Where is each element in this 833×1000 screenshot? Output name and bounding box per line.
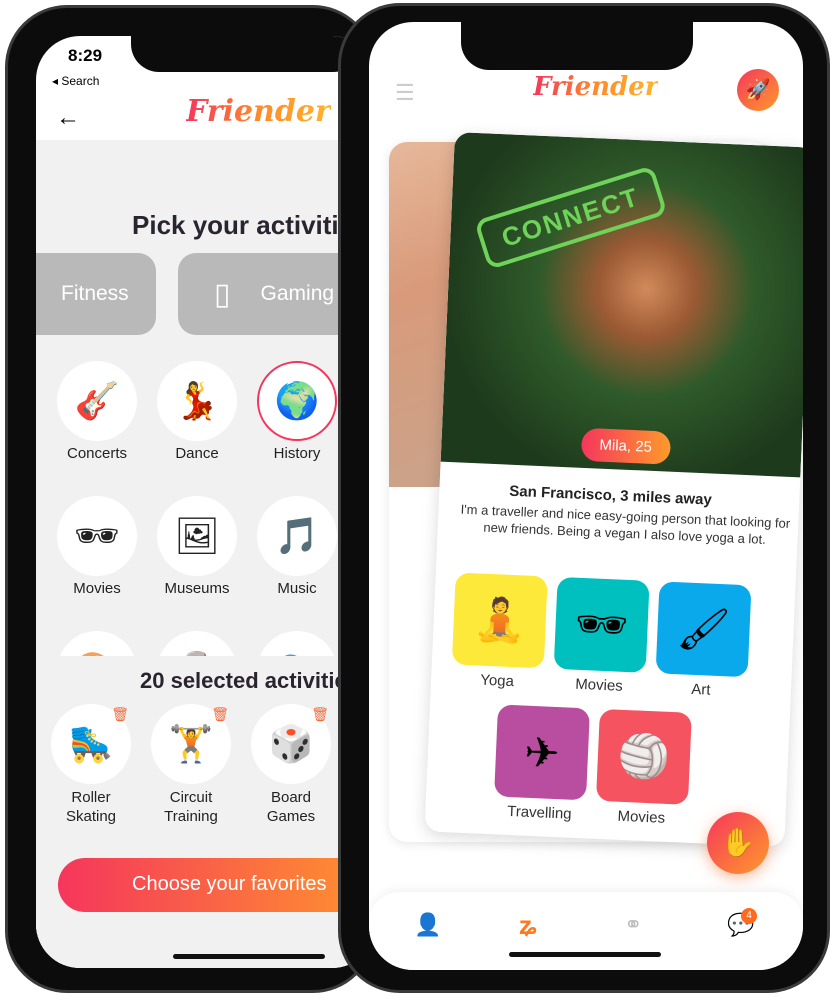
trash-icon[interactable]: 🗑 (311, 706, 329, 723)
status-time: 8:29 (68, 46, 103, 65)
interest-label: Movies (574, 675, 624, 695)
back-to-search[interactable]: ◂ Search (52, 74, 99, 88)
notch (131, 36, 361, 72)
activity-label: Concerts (66, 445, 128, 462)
bottom-nav: 👤 ʑ ⚭ 💬 4 (369, 892, 803, 970)
activity-label: Museums (164, 580, 230, 597)
activity-item[interactable]: 🌍 History (256, 361, 338, 462)
interest-tile: 🖌 (655, 581, 752, 678)
activity-item[interactable]: 🖼 Museums (156, 496, 238, 597)
activity-item[interactable]: 🎵 Music (256, 496, 338, 597)
activity-icon: 🎵 (257, 496, 337, 576)
interest-tile: 🏐 (595, 708, 692, 805)
profile-card[interactable]: CONNECT Mila, 25 San Francisco, 3 miles … (424, 132, 803, 848)
activity-icon: 🛼 🗑 (51, 704, 131, 784)
activity-icon: 🕶 (57, 496, 137, 576)
activity-label: Roller Skating (65, 789, 117, 825)
discover-screen: ☰ Friender 🚀 I' that CONNECT Mila, 25 Sa… (369, 22, 803, 970)
activity-label: Board Games (266, 789, 316, 825)
selected-activity[interactable]: 🛼 🗑 Roller Skating (50, 704, 132, 826)
interest-tile: 🕶 (553, 576, 650, 673)
category-fitness[interactable]: Fitness (36, 253, 156, 335)
activity-icon: 🎸 (57, 361, 137, 441)
interest-tile: ✈ (494, 704, 590, 801)
boost-rocket-icon[interactable]: 🚀 (737, 69, 779, 111)
activity-item[interactable]: 💃 Dance (156, 361, 238, 462)
left-phone: 8:29 ◂ Search ← Friender Pick your activ… (5, 5, 376, 993)
interest-label: Art (690, 680, 711, 699)
notch (461, 22, 693, 70)
activity-label: Circuit Training (164, 789, 218, 825)
selected-activity[interactable]: 🎲 🗑 Board Games (250, 704, 332, 826)
activity-icon: 💃 (157, 361, 237, 441)
interest-label: Yoga (479, 671, 515, 691)
choose-favorites-button[interactable]: Choose your favorites (58, 858, 376, 912)
home-indicator (509, 952, 661, 957)
interest-tile: 🧘 (451, 572, 548, 669)
activity-item[interactable]: 🎸 Concerts (56, 361, 138, 462)
activity-label: History (273, 445, 321, 462)
air-hockey-icon: ▯ (214, 277, 231, 311)
friender-icon[interactable]: ʑ (519, 910, 537, 941)
activity-icon: 🌍 (257, 361, 337, 441)
activity-label: Music (277, 580, 317, 597)
connect-stamp: CONNECT (474, 165, 668, 270)
activity-label: Dance (175, 445, 219, 462)
bio: I'm a traveller and nice easy-going pers… (460, 501, 791, 547)
page-title: Pick your activities (132, 210, 368, 240)
trash-icon[interactable]: 🗑 (211, 706, 229, 723)
selected-activity[interactable]: 🏋 🗑 Circuit Training (150, 704, 232, 826)
activity-screen: 8:29 ◂ Search ← Friender Pick your activ… (36, 36, 376, 968)
name-badge: Mila, 25 (580, 427, 671, 465)
back-arrow-icon[interactable]: ← (56, 104, 80, 132)
chat-badge: 4 (741, 908, 757, 924)
binoculars-icon[interactable]: ⚭ (624, 912, 642, 938)
interest-label: Travelling (506, 802, 572, 823)
activity-icon: 🖼 (157, 496, 237, 576)
right-phone: ☰ Friender 🚀 I' that CONNECT Mila, 25 Sa… (338, 3, 830, 993)
category-label: Gaming (260, 282, 335, 305)
logo: Friender (533, 72, 659, 102)
activity-icon: 🏋 🗑 (151, 704, 231, 784)
trash-icon[interactable]: 🗑 (111, 706, 129, 723)
filter-icon[interactable]: ☰ (395, 80, 415, 106)
person-icon[interactable]: 👤 (414, 912, 441, 938)
profile-photo: CONNECT Mila, 25 (440, 132, 803, 478)
activity-icon: 🎲 🗑 (251, 704, 331, 784)
home-indicator (173, 954, 325, 959)
activity-label: Movies (73, 580, 121, 597)
logo: Friender (186, 94, 331, 129)
category-label: Fitness (61, 282, 129, 305)
activity-item[interactable]: 🕶 Movies (56, 496, 138, 597)
wave-hand-button[interactable]: ✋ (707, 812, 769, 874)
interest-label: Movies (617, 807, 666, 827)
selected-title: 20 selected activities (140, 668, 359, 693)
